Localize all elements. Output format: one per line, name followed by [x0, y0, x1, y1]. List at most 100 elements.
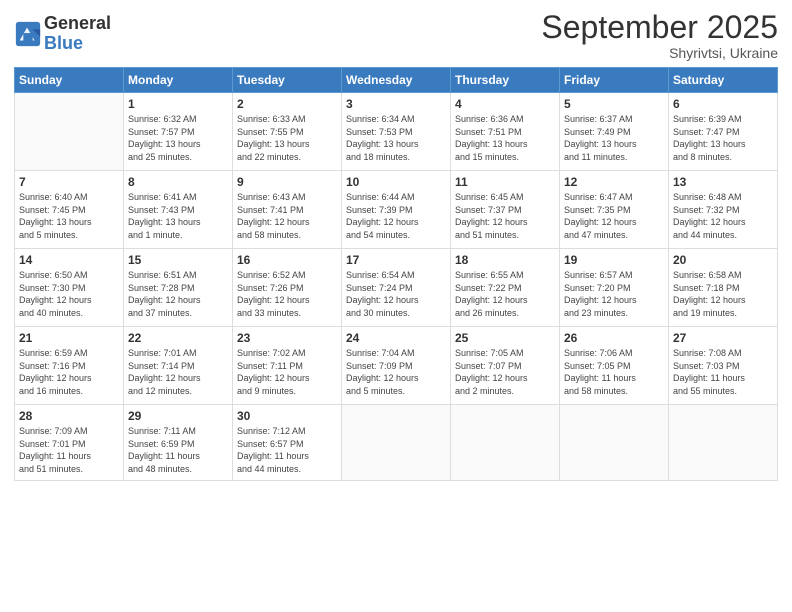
logo: General Blue [14, 14, 111, 54]
logo-general-text: General [44, 14, 111, 34]
day-number: 3 [346, 97, 446, 111]
calendar-cell: 18 Sunrise: 6:55 AMSunset: 7:22 PMDayligh… [451, 249, 560, 327]
main-container: General Blue September 2025 Shyrivtsi, U… [0, 0, 792, 489]
day-number: 29 [128, 409, 228, 423]
col-saturday: Saturday [669, 68, 778, 93]
calendar-header: Sunday Monday Tuesday Wednesday Thursday… [15, 68, 778, 93]
calendar-cell: 16 Sunrise: 6:52 AMSunset: 7:26 PMDayligh… [233, 249, 342, 327]
title-block: September 2025 Shyrivtsi, Ukraine [541, 10, 778, 61]
header-row: Sunday Monday Tuesday Wednesday Thursday… [15, 68, 778, 93]
day-info: Sunrise: 6:43 AMSunset: 7:41 PMDaylight:… [237, 191, 337, 241]
col-wednesday: Wednesday [342, 68, 451, 93]
month-title: September 2025 [541, 10, 778, 45]
calendar-cell: 27 Sunrise: 7:08 AMSunset: 7:03 PMDayligh… [669, 327, 778, 405]
calendar-cell: 19Sunrise: 6:57 AMSunset: 7:20 PMDayligh… [560, 249, 669, 327]
calendar-cell: 28Sunrise: 7:09 AMSunset: 7:01 PMDayligh… [15, 405, 124, 480]
day-info: Sunrise: 6:57 AMSunset: 7:20 PMDaylight:… [564, 269, 664, 319]
calendar-cell: 1 Sunrise: 6:32 AMSunset: 7:57 PMDaylight… [124, 93, 233, 171]
day-number: 16 [237, 253, 337, 267]
day-info: Sunrise: 7:05 AMSunset: 7:07 PMDaylight:… [455, 347, 555, 397]
day-info: Sunrise: 6:52 AMSunset: 7:26 PMDaylight:… [237, 269, 337, 319]
calendar-cell: 2 Sunrise: 6:33 AMSunset: 7:55 PMDaylight… [233, 93, 342, 171]
day-number: 18 [455, 253, 555, 267]
day-number: 13 [673, 175, 773, 189]
day-info: Sunrise: 6:55 AMSunset: 7:22 PMDaylight:… [455, 269, 555, 319]
col-tuesday: Tuesday [233, 68, 342, 93]
col-thursday: Thursday [451, 68, 560, 93]
calendar-cell [342, 405, 451, 480]
day-info: Sunrise: 6:54 AMSunset: 7:24 PMDaylight:… [346, 269, 446, 319]
header: General Blue September 2025 Shyrivtsi, U… [14, 10, 778, 61]
day-info: Sunrise: 6:58 AMSunset: 7:18 PMDaylight:… [673, 269, 773, 319]
day-number: 30 [237, 409, 337, 423]
logo-icon [14, 20, 42, 48]
day-info: Sunrise: 6:59 AMSunset: 7:16 PMDaylight:… [19, 347, 119, 397]
day-number: 22 [128, 331, 228, 345]
day-number: 6 [673, 97, 773, 111]
calendar-cell: 14Sunrise: 6:50 AMSunset: 7:30 PMDayligh… [15, 249, 124, 327]
day-number: 5 [564, 97, 664, 111]
day-info: Sunrise: 6:32 AMSunset: 7:57 PMDaylight:… [128, 113, 228, 163]
day-number: 1 [128, 97, 228, 111]
calendar-cell [669, 405, 778, 480]
col-friday: Friday [560, 68, 669, 93]
day-info: Sunrise: 7:09 AMSunset: 7:01 PMDaylight:… [19, 425, 119, 475]
calendar-week-3: 21Sunrise: 6:59 AMSunset: 7:16 PMDayligh… [15, 327, 778, 405]
day-info: Sunrise: 6:36 AMSunset: 7:51 PMDaylight:… [455, 113, 555, 163]
calendar-cell [15, 93, 124, 171]
day-info: Sunrise: 6:48 AMSunset: 7:32 PMDaylight:… [673, 191, 773, 241]
calendar-cell: 23Sunrise: 7:02 AMSunset: 7:11 PMDayligh… [233, 327, 342, 405]
calendar-cell: 15 Sunrise: 6:51 AMSunset: 7:28 PMDayligh… [124, 249, 233, 327]
calendar-week-2: 14Sunrise: 6:50 AMSunset: 7:30 PMDayligh… [15, 249, 778, 327]
calendar-cell: 10 Sunrise: 6:44 AMSunset: 7:39 PMDayligh… [342, 171, 451, 249]
day-info: Sunrise: 7:12 AMSunset: 6:57 PMDaylight:… [237, 425, 337, 475]
day-number: 10 [346, 175, 446, 189]
day-info: Sunrise: 7:06 AMSunset: 7:05 PMDaylight:… [564, 347, 664, 397]
day-info: Sunrise: 6:44 AMSunset: 7:39 PMDaylight:… [346, 191, 446, 241]
day-info: Sunrise: 6:51 AMSunset: 7:28 PMDaylight:… [128, 269, 228, 319]
day-info: Sunrise: 7:01 AMSunset: 7:14 PMDaylight:… [128, 347, 228, 397]
day-number: 2 [237, 97, 337, 111]
day-number: 26 [564, 331, 664, 345]
day-info: Sunrise: 6:47 AMSunset: 7:35 PMDaylight:… [564, 191, 664, 241]
calendar-cell: 22 Sunrise: 7:01 AMSunset: 7:14 PMDayligh… [124, 327, 233, 405]
day-number: 14 [19, 253, 119, 267]
calendar-cell: 3 Sunrise: 6:34 AMSunset: 7:53 PMDaylight… [342, 93, 451, 171]
calendar-cell: 8 Sunrise: 6:41 AMSunset: 7:43 PMDaylight… [124, 171, 233, 249]
day-number: 8 [128, 175, 228, 189]
day-info: Sunrise: 6:40 AMSunset: 7:45 PMDaylight:… [19, 191, 119, 241]
day-info: Sunrise: 6:41 AMSunset: 7:43 PMDaylight:… [128, 191, 228, 241]
day-number: 25 [455, 331, 555, 345]
calendar-cell [560, 405, 669, 480]
day-number: 7 [19, 175, 119, 189]
day-info: Sunrise: 6:33 AMSunset: 7:55 PMDaylight:… [237, 113, 337, 163]
calendar-cell: 9 Sunrise: 6:43 AMSunset: 7:41 PMDaylight… [233, 171, 342, 249]
day-number: 23 [237, 331, 337, 345]
day-info: Sunrise: 7:11 AMSunset: 6:59 PMDaylight:… [128, 425, 228, 475]
calendar-week-0: 1 Sunrise: 6:32 AMSunset: 7:57 PMDaylight… [15, 93, 778, 171]
day-info: Sunrise: 6:39 AMSunset: 7:47 PMDaylight:… [673, 113, 773, 163]
day-number: 20 [673, 253, 773, 267]
calendar-week-4: 28Sunrise: 7:09 AMSunset: 7:01 PMDayligh… [15, 405, 778, 480]
day-info: Sunrise: 6:45 AMSunset: 7:37 PMDaylight:… [455, 191, 555, 241]
calendar-cell: 30 Sunrise: 7:12 AMSunset: 6:57 PMDayligh… [233, 405, 342, 480]
calendar-cell: 25 Sunrise: 7:05 AMSunset: 7:07 PMDayligh… [451, 327, 560, 405]
day-number: 9 [237, 175, 337, 189]
calendar-body: 1 Sunrise: 6:32 AMSunset: 7:57 PMDaylight… [15, 93, 778, 480]
calendar-cell: 11Sunrise: 6:45 AMSunset: 7:37 PMDayligh… [451, 171, 560, 249]
day-number: 4 [455, 97, 555, 111]
calendar-cell: 17Sunrise: 6:54 AMSunset: 7:24 PMDayligh… [342, 249, 451, 327]
day-info: Sunrise: 6:37 AMSunset: 7:49 PMDaylight:… [564, 113, 664, 163]
day-number: 24 [346, 331, 446, 345]
col-monday: Monday [124, 68, 233, 93]
calendar-cell: 5 Sunrise: 6:37 AMSunset: 7:49 PMDaylight… [560, 93, 669, 171]
calendar-cell: 21Sunrise: 6:59 AMSunset: 7:16 PMDayligh… [15, 327, 124, 405]
day-info: Sunrise: 6:34 AMSunset: 7:53 PMDaylight:… [346, 113, 446, 163]
day-info: Sunrise: 7:08 AMSunset: 7:03 PMDaylight:… [673, 347, 773, 397]
calendar-cell: 4 Sunrise: 6:36 AMSunset: 7:51 PMDaylight… [451, 93, 560, 171]
calendar-cell: 24Sunrise: 7:04 AMSunset: 7:09 PMDayligh… [342, 327, 451, 405]
day-number: 27 [673, 331, 773, 345]
day-number: 15 [128, 253, 228, 267]
logo-blue-text: Blue [44, 34, 111, 54]
calendar-cell: 12Sunrise: 6:47 AMSunset: 7:35 PMDayligh… [560, 171, 669, 249]
